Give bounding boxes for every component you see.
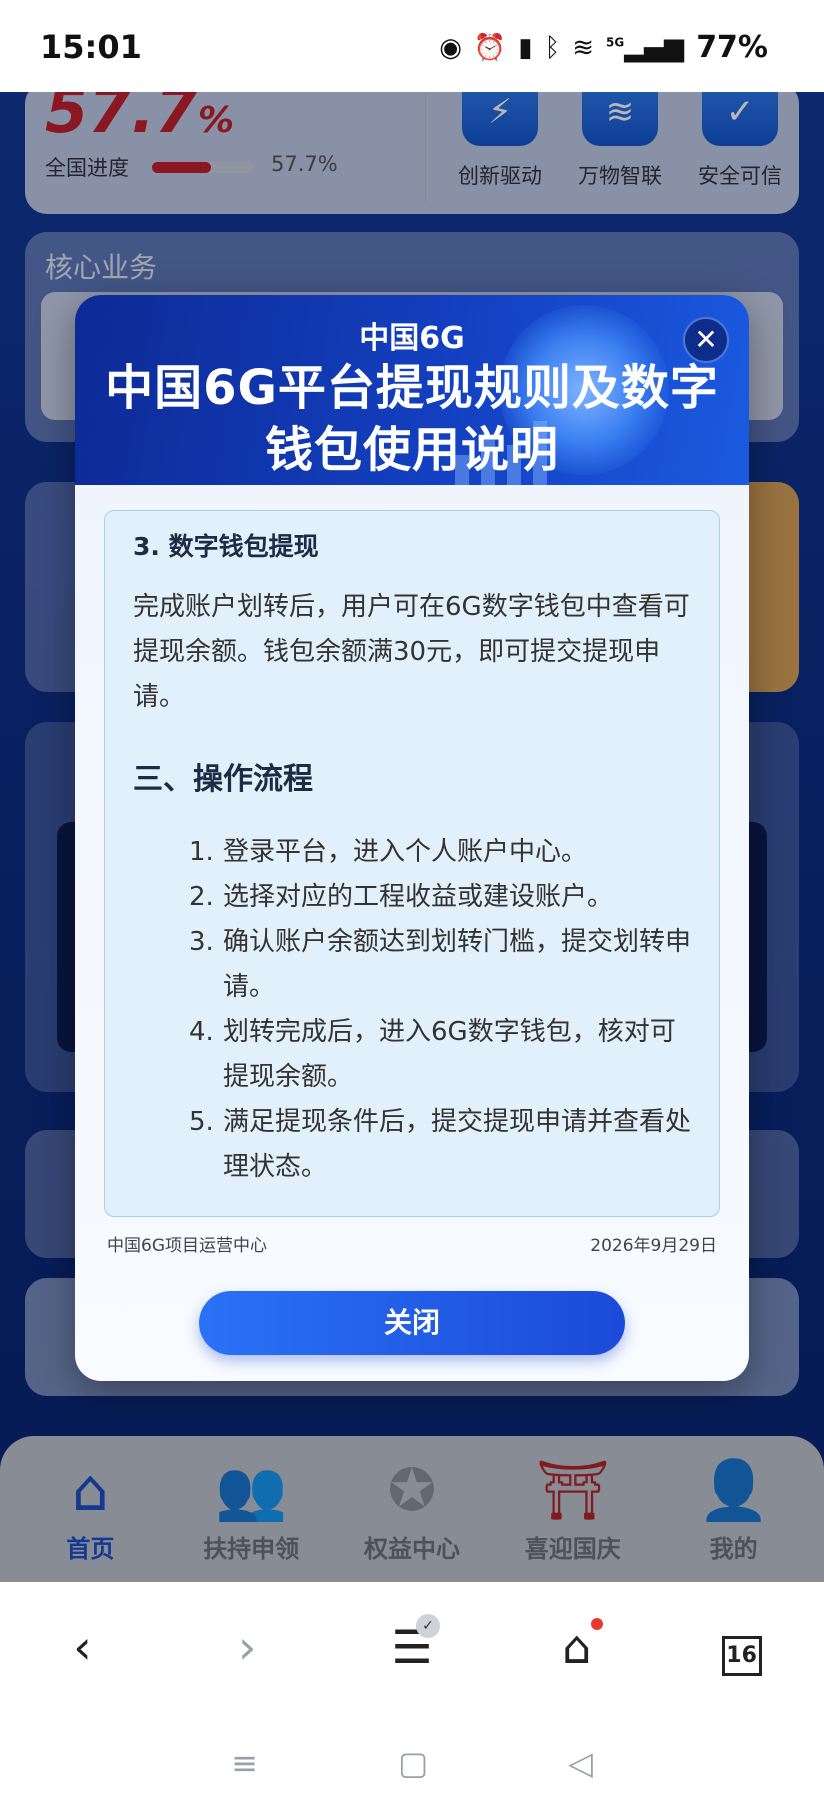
status-icons: ◉ ⏰ ▮ ᛒ ≋ 5G▂▄▆ 77% xyxy=(439,30,768,65)
browser-toolbar: ‹ › ☰ ✓ ⌂ 16 xyxy=(0,1582,824,1712)
step-item: 3. 确认账户余额达到划转门槛，提交划转申请。 xyxy=(189,927,692,1002)
home-square-icon[interactable]: ▢ xyxy=(398,1744,428,1782)
chevron-left-icon: ‹ xyxy=(73,1620,92,1674)
close-icon[interactable]: ✕ xyxy=(683,317,729,363)
forward-button[interactable]: › xyxy=(207,1620,287,1674)
modal-title: 中国6G平台提现规则及数字钱包使用说明 xyxy=(105,360,719,478)
rules-modal: 中国6G 中国6G平台提现规则及数字钱包使用说明 ✕ 3. 数字钱包提现 完成账… xyxy=(75,295,749,1381)
home-button[interactable]: ⌂ xyxy=(537,1618,617,1674)
modal-footer: 中国6G项目运营中心 2026年9月29日 xyxy=(107,1231,717,1256)
modal-brand: 中国6G xyxy=(359,321,465,356)
back-button[interactable]: ‹ xyxy=(42,1620,122,1674)
vibrate-icon: ▮ xyxy=(518,32,533,63)
status-bar: 15:01 ◉ ⏰ ▮ ᛒ ≋ 5G▂▄▆ 77% xyxy=(0,0,824,92)
back-triangle-icon[interactable]: ◁ xyxy=(568,1744,593,1782)
battery-level: 77% xyxy=(696,30,768,65)
signal-icon: 5G▂▄▆ xyxy=(605,32,685,63)
tabs-count: 16 xyxy=(721,1635,762,1676)
check-icon: ✓ xyxy=(415,1614,440,1638)
notification-dot xyxy=(590,1618,603,1630)
step-item: 2. 选择对应的工程收益或建设账户。 xyxy=(189,882,614,912)
footer-org: 中国6G项目运营中心 xyxy=(107,1236,267,1256)
process-steps: 1. 登录平台，进入个人账户中心。 2. 选择对应的工程收益或建设账户。 3. 确认账… xyxy=(133,830,691,1190)
process-heading: 三、操作流程 xyxy=(133,762,313,797)
modal-header: 中国6G 中国6G平台提现规则及数字钱包使用说明 ✕ xyxy=(75,295,749,485)
alarm-icon: ⏰ xyxy=(473,32,507,63)
wifi-icon: ≋ xyxy=(572,32,594,63)
home-icon: ⌂ xyxy=(562,1620,592,1674)
recents-icon[interactable]: ≡ xyxy=(231,1744,258,1782)
step-item: 4. 划转完成后，进入6G数字钱包，核对可提现余额。 xyxy=(189,1017,676,1092)
bluetooth-icon: ᛒ xyxy=(544,32,561,63)
chevron-right-icon: › xyxy=(237,1620,257,1674)
footer-date: 2026年9月29日 xyxy=(590,1236,717,1256)
speed-icon: ◉ xyxy=(439,32,462,63)
section-heading: 3. 数字钱包提现 xyxy=(133,532,319,561)
close-button[interactable]: 关闭 xyxy=(199,1291,625,1355)
section-text: 完成账户划转后，用户可在6G数字钱包中查看可提现余额。钱包余额满30元，即可提交… xyxy=(133,592,690,712)
menu-button[interactable]: ☰ ✓ xyxy=(372,1614,452,1674)
step-item: 1. 登录平台，进入个人账户中心。 xyxy=(189,837,588,867)
modal-content: 3. 数字钱包提现 完成账户划转后，用户可在6G数字钱包中查看可提现余额。钱包余… xyxy=(104,510,720,1217)
status-time: 15:01 xyxy=(40,28,142,66)
tabs-button[interactable]: 16 xyxy=(702,1619,782,1676)
step-item: 5. 满足提现条件后，提交提现申请并查看处理状态。 xyxy=(189,1107,692,1182)
system-nav-bar: ≡ ▢ ◁ xyxy=(0,1712,824,1813)
